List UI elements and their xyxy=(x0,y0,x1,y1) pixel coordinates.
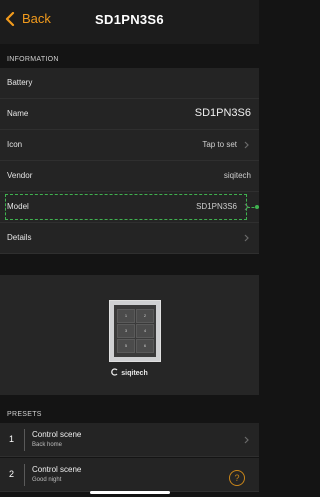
page-title: SD1PN3S6 xyxy=(95,12,164,27)
battery-row: Battery xyxy=(0,68,259,99)
name-label: Name xyxy=(7,109,29,118)
brand-logo: siqitech xyxy=(0,368,259,377)
model-highlight-box xyxy=(5,194,247,220)
vendor-value: siqitech xyxy=(223,171,251,180)
device-button: 4 xyxy=(136,324,154,338)
preset-number: 1 xyxy=(9,434,15,444)
preset-row[interactable]: 2 Control scene Good night ? xyxy=(0,458,259,492)
device-image: 1 2 3 4 5 6 xyxy=(109,300,161,362)
preset-subtitle: Back home xyxy=(32,442,63,448)
vendor-row: Vendor siqitech xyxy=(0,161,259,192)
highlight-dot xyxy=(255,205,259,209)
preset-row[interactable]: 1 Control scene Back home xyxy=(0,423,259,457)
battery-label: Battery xyxy=(7,78,33,87)
siqitech-logo-icon xyxy=(111,368,118,376)
preset-title: Control scene xyxy=(32,430,82,439)
icon-value: Tap to set xyxy=(202,140,237,149)
chevron-right-icon xyxy=(244,234,249,242)
chevron-right-icon xyxy=(244,141,249,149)
preset-divider xyxy=(24,429,25,451)
device-button: 3 xyxy=(117,324,135,338)
icon-label: Icon xyxy=(7,140,23,149)
details-label: Details xyxy=(7,233,32,242)
chevron-right-icon xyxy=(244,436,249,444)
device-button: 5 xyxy=(117,339,135,353)
preset-number: 2 xyxy=(9,469,15,479)
brand-name: siqitech xyxy=(121,370,148,377)
presets-header: PRESETS xyxy=(0,395,259,423)
device-button: 6 xyxy=(136,339,154,353)
information-header: INFORMATION xyxy=(0,44,259,68)
name-row[interactable]: Name SD1PN3S6 xyxy=(0,99,259,130)
vendor-label: Vendor xyxy=(7,171,33,180)
section-gap xyxy=(0,254,259,275)
preset-divider xyxy=(24,464,25,486)
presets-header-label: PRESETS xyxy=(7,411,42,418)
preset-title: Control scene xyxy=(32,465,82,474)
information-header-label: INFORMATION xyxy=(7,56,59,63)
home-indicator xyxy=(90,491,170,494)
name-value: SD1PN3S6 xyxy=(194,107,251,119)
preset-subtitle: Good night xyxy=(32,477,62,483)
device-button: 1 xyxy=(117,309,135,323)
device-button: 2 xyxy=(136,309,154,323)
icon-row[interactable]: Icon Tap to set xyxy=(0,130,259,161)
help-icon[interactable]: ? xyxy=(229,470,245,486)
details-row[interactable]: Details xyxy=(0,223,259,254)
navigation-bar: Back SD1PN3S6 xyxy=(0,0,259,44)
device-face: 1 2 3 4 5 6 xyxy=(114,305,156,357)
